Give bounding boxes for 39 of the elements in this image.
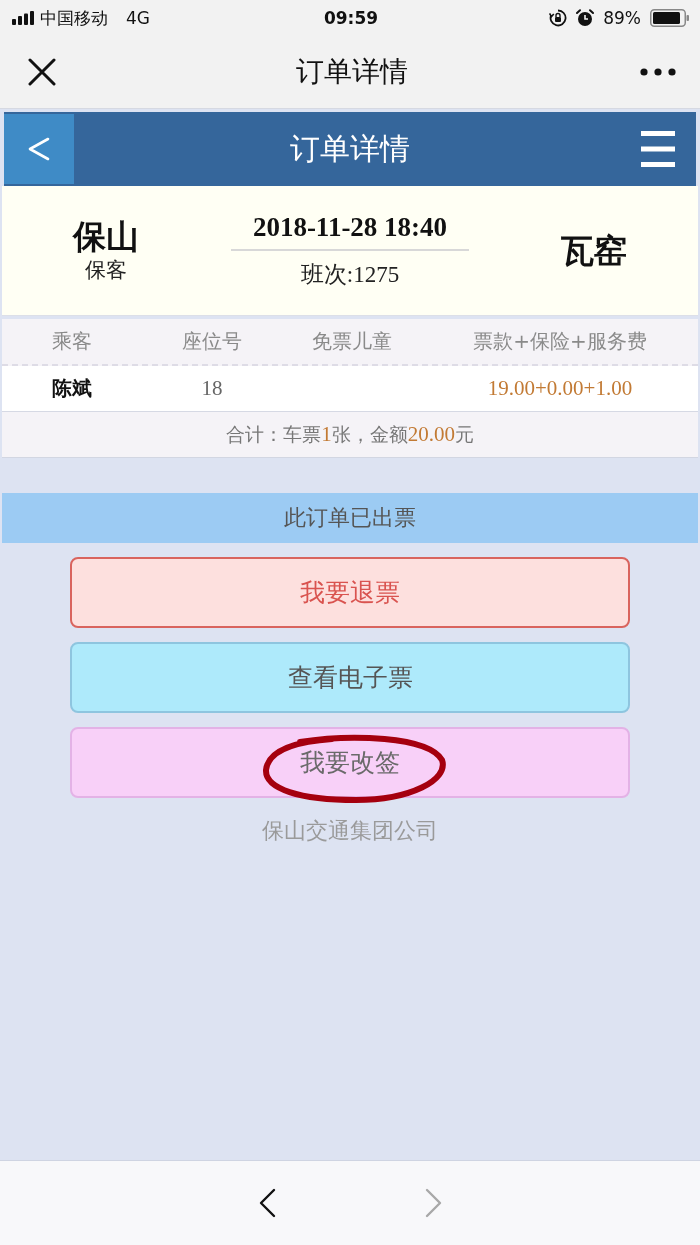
column-header: 乘客 [51,328,93,355]
origin-station: 保客 [85,257,127,285]
alarm-clock-icon [576,9,595,27]
ticket-status: 此订单已出票 [284,504,416,532]
clock-time: 09:59 [323,8,379,28]
departure-time: 2018-11-28 18:40 [230,211,470,251]
origin-city: 保山 [73,216,139,257]
more-button[interactable] [640,68,676,76]
rotation-lock-icon [549,9,568,27]
column-header: 票款+保险+服务费 [472,328,648,355]
back-nav-button[interactable] [258,1188,276,1218]
column-header: 免票儿童 [311,328,393,355]
order-total: 合计：车票1张，金额20.00元 [226,421,474,448]
column-header: 座位号 [181,328,243,355]
carrier-name: 中国移动 [40,6,108,30]
chevron-left-icon [258,1188,276,1218]
network-type: 4G [126,8,150,28]
chevron-right-icon [424,1188,442,1218]
refund-button[interactable]: 我要退票 [70,557,630,628]
back-icon [28,137,50,161]
fare-breakdown: 19.00+0.00+1.00 [486,376,634,401]
nav-title: 订单详情 [296,54,408,90]
close-icon [28,58,56,86]
battery-percent: 89% [603,8,641,28]
passenger-name: 陈斌 [51,375,93,402]
change-button[interactable]: 我要改签 [70,727,630,798]
view-button[interactable]: 查看电子票 [70,642,630,713]
menu-button[interactable] [638,129,678,169]
seat-number: 18 [200,376,224,401]
menu-icon [641,131,675,167]
close-button[interactable] [28,58,56,86]
signal-icon [12,11,34,25]
destination-city: 瓦窑 [561,230,627,271]
company-name: 保山交通集团公司 [262,817,438,845]
run-number: 班次:1275 [300,260,400,289]
page-title: 订单详情 [290,129,410,168]
battery-icon [650,9,690,27]
back-button[interactable] [4,114,74,184]
more-icon [640,68,676,76]
